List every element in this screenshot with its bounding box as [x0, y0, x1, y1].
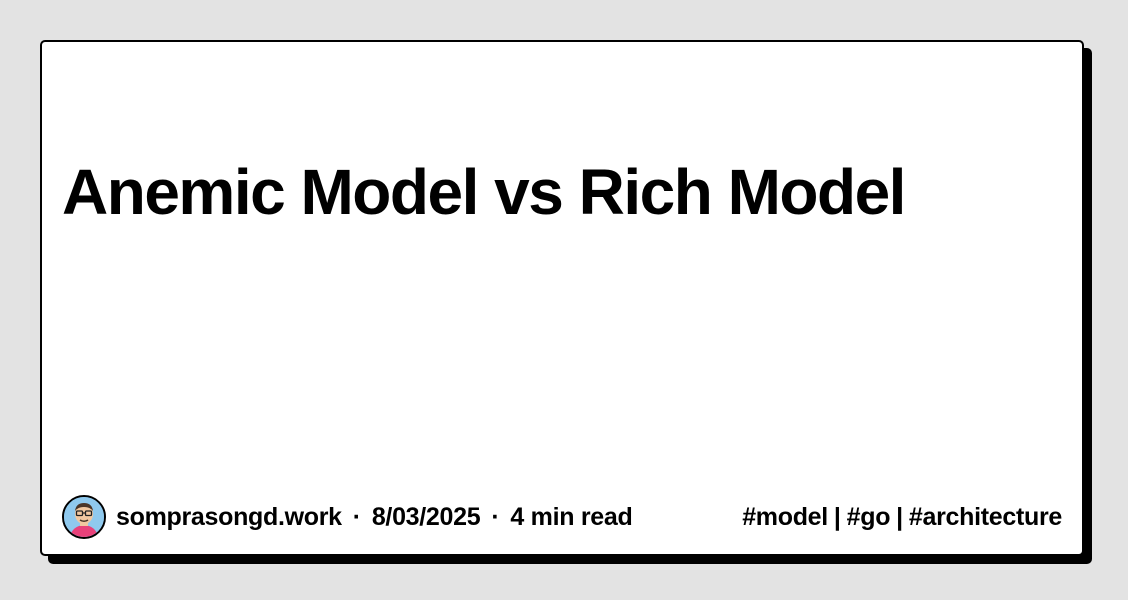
- author-name[interactable]: somprasongd.work: [116, 503, 342, 532]
- post-date: 8/03/2025: [371, 502, 481, 531]
- tag-go[interactable]: #go: [847, 503, 891, 532]
- meta-separator: ·: [352, 502, 361, 531]
- tag-list: #model | #go | #architecture: [742, 503, 1062, 532]
- tag-architecture[interactable]: #architecture: [909, 503, 1062, 532]
- tag-divider: |: [833, 502, 841, 531]
- tag-divider: |: [896, 502, 903, 531]
- tag-model[interactable]: #model: [742, 503, 828, 532]
- post-footer: somprasongd.work · 8/03/2025 · 4 min rea…: [62, 494, 1062, 540]
- post-title: Anemic Model vs Rich Model: [62, 156, 906, 228]
- post-card[interactable]: Anemic Model vs Rich Model somprasongd.w…: [40, 40, 1084, 556]
- post-meta: somprasongd.work · 8/03/2025 · 4 min rea…: [62, 495, 633, 539]
- meta-separator: ·: [491, 502, 500, 531]
- avatar-icon[interactable]: [62, 495, 106, 539]
- read-time: 4 min read: [510, 502, 633, 531]
